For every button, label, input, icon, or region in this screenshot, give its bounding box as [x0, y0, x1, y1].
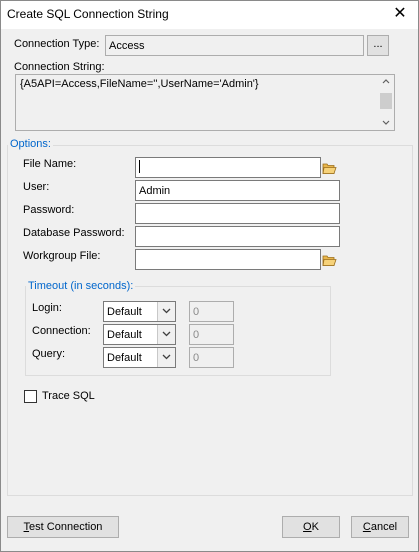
query-timeout-select[interactable]: Default	[103, 347, 176, 368]
query-timeout-mode: Default	[107, 352, 142, 364]
query-timeout-label: Query:	[32, 348, 66, 360]
user-label: User:	[23, 181, 50, 193]
database-password-input[interactable]	[135, 226, 340, 247]
window-title: Create SQL Connection String	[7, 7, 169, 21]
file-name-browse-button[interactable]	[321, 158, 338, 177]
chevron-down-icon[interactable]	[157, 302, 175, 321]
scrollbar-arrows	[380, 79, 392, 125]
folder-open-icon	[322, 255, 337, 266]
connection-string-value: {A5API=Access,FileName='',UserName='Admi…	[20, 78, 259, 90]
connection-string-field[interactable]: {A5API=Access,FileName='',UserName='Admi…	[15, 74, 395, 131]
dialog-window: Create SQL Connection String ✕ Connectio…	[0, 0, 419, 552]
connection-type-browse-button[interactable]: ...	[367, 35, 389, 56]
title-bar: Create SQL Connection String ✕	[1, 1, 418, 29]
options-legend: Options:	[8, 138, 53, 150]
file-name-label: File Name:	[23, 158, 77, 170]
ok-button[interactable]: OK	[282, 516, 340, 538]
login-timeout-label: Login:	[32, 302, 62, 314]
connection-timeout-label: Connection:	[32, 325, 91, 337]
connection-string-scrollbar[interactable]	[378, 75, 394, 130]
workgroup-file-input[interactable]	[135, 249, 321, 270]
trace-sql-label[interactable]: Trace SQL	[42, 390, 95, 402]
chevron-down-icon[interactable]	[157, 325, 175, 344]
text-caret	[139, 160, 140, 173]
connection-timeout-mode: Default	[107, 329, 142, 341]
file-name-input[interactable]	[135, 157, 321, 178]
connection-type-value: Access	[109, 40, 145, 52]
chevron-down-icon[interactable]	[157, 348, 175, 367]
connection-type-label: Connection Type:	[14, 38, 100, 50]
login-timeout-select[interactable]: Default	[103, 301, 176, 322]
query-timeout-value: 0	[189, 347, 234, 368]
workgroup-file-browse-button[interactable]	[321, 250, 338, 269]
workgroup-file-label: Workgroup File:	[23, 250, 101, 262]
trace-sql-checkbox[interactable]	[24, 390, 37, 403]
connection-string-label: Connection String:	[14, 61, 105, 73]
password-input[interactable]	[135, 203, 340, 224]
folder-open-icon	[322, 163, 337, 174]
login-timeout-mode: Default	[107, 306, 142, 318]
connection-timeout-select[interactable]: Default	[103, 324, 176, 345]
close-icon[interactable]: ✕	[390, 4, 410, 24]
connection-timeout-value: 0	[189, 324, 234, 345]
password-label: Password:	[23, 204, 75, 216]
user-value: Admin	[139, 185, 171, 197]
connection-type-field: Access	[105, 35, 364, 56]
user-input[interactable]: Admin	[135, 180, 340, 201]
database-password-label: Database Password:	[23, 227, 125, 239]
login-timeout-value: 0	[189, 301, 234, 322]
timeout-legend: Timeout (in seconds):	[26, 280, 136, 292]
cancel-button[interactable]: Cancel	[351, 516, 409, 538]
test-connection-button[interactable]: Test Connection	[7, 516, 119, 538]
